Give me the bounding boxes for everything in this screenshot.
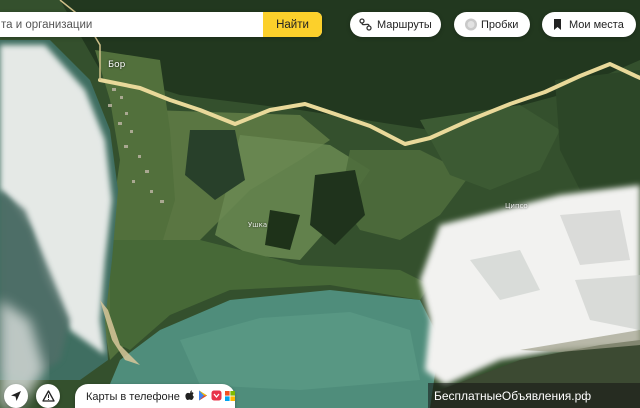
search-button[interactable]: Найти	[263, 12, 322, 37]
route-icon	[359, 18, 372, 31]
routes-button[interactable]: Маршруты	[350, 12, 441, 37]
windows-icon	[224, 390, 235, 404]
satellite-map[interactable]	[0, 0, 640, 408]
search-input[interactable]	[0, 12, 263, 37]
traffic-light-icon	[463, 18, 477, 31]
my-places-label: Мои места	[569, 18, 624, 31]
place-label-small: Ушка	[248, 221, 268, 229]
my-places-button[interactable]: Мои места	[542, 12, 636, 37]
bookmark-icon	[551, 18, 564, 31]
apple-icon	[185, 390, 195, 404]
warning-icon	[41, 387, 55, 406]
store-icons	[185, 390, 235, 404]
maps-app-promo[interactable]: Карты в телефоне	[75, 384, 235, 408]
traffic-label: Пробки	[481, 18, 519, 31]
huawei-icon	[211, 390, 222, 404]
android-icon	[198, 390, 208, 404]
routes-label: Маршруты	[377, 18, 432, 31]
search-bar: Найти	[0, 12, 322, 37]
place-label-small: Ципсо	[505, 202, 528, 210]
traffic-button[interactable]: Пробки	[454, 12, 530, 37]
geolocation-button[interactable]	[4, 384, 28, 408]
location-icon	[10, 387, 22, 406]
place-label-village: Бор	[108, 60, 126, 70]
report-problem-button[interactable]	[36, 384, 60, 408]
map-imagery	[0, 0, 640, 408]
app-promo-label: Карты в телефоне	[86, 391, 180, 403]
site-watermark: БесплатныеОбъявления.рф	[428, 383, 640, 408]
